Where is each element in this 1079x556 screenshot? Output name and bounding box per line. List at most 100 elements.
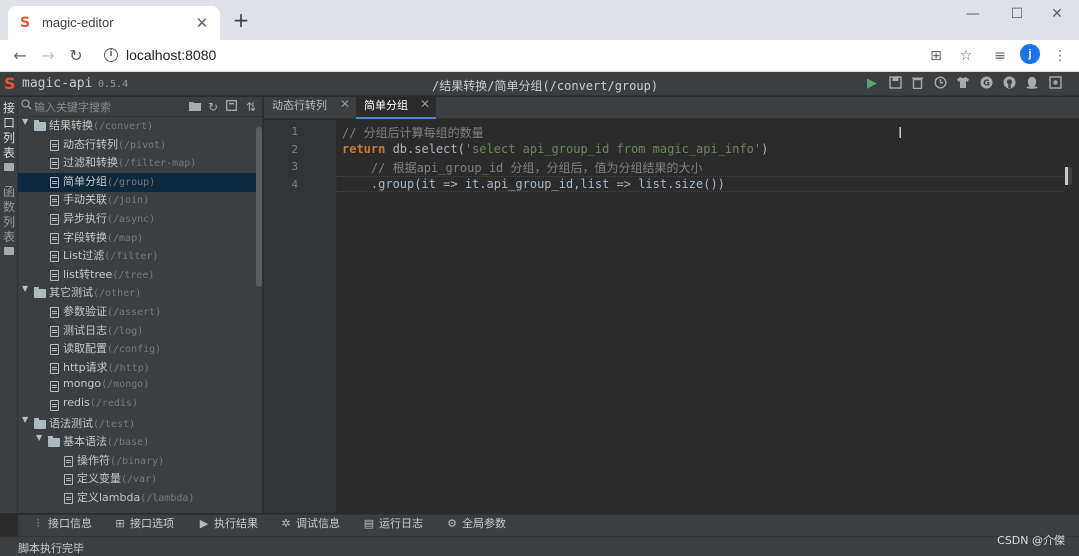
forward-button[interactable]: →: [36, 44, 60, 68]
profile-avatar[interactable]: j: [1020, 44, 1040, 64]
tree-item-row[interactable]: 过滤和转换(/filter-map): [18, 154, 256, 173]
chevron-down-icon[interactable]: ▼: [22, 415, 32, 424]
bottom-tab-api-info[interactable]: ⫶ 接口信息: [32, 515, 92, 537]
tree-item-name: List过滤: [63, 249, 105, 263]
tree-item-row[interactable]: mongo(/mongo): [18, 377, 256, 396]
tree-item-name: 语法测试: [49, 416, 93, 430]
api-list-tab[interactable]: 接 口 列 表: [0, 101, 18, 171]
tree-item-path: (/http): [107, 362, 150, 374]
tree-folder-row[interactable]: ▼ 结果转换(/convert): [18, 117, 256, 136]
new-tab-button[interactable]: +: [230, 9, 252, 31]
bookmark-star-icon[interactable]: ☆: [956, 46, 976, 66]
editor-tab-pivot[interactable]: 动态行转列 ✕: [264, 97, 356, 119]
address-bar[interactable]: i localhost:8080: [96, 42, 916, 70]
qq-icon[interactable]: [1024, 76, 1040, 92]
tree-item-row[interactable]: 简单分组(/group): [18, 172, 256, 192]
bottom-tab-run-log[interactable]: ▤ 运行日志: [363, 515, 423, 537]
file-icon: [50, 176, 59, 188]
code-token: .group(it => it.api_group_id,list => lis…: [342, 176, 725, 191]
refresh-icon[interactable]: ↻: [206, 99, 220, 115]
tree-item-row[interactable]: 参数验证(/assert): [18, 303, 256, 322]
browser-menu-icon[interactable]: ⋮: [1050, 46, 1070, 66]
code-line[interactable]: // 根据api_group_id 分组，分组后，值为分组结果的大小: [342, 159, 703, 176]
folder-icon: [48, 436, 60, 448]
tree-item-path: (/tree): [112, 269, 155, 281]
tree-item-row[interactable]: List过滤(/filter): [18, 247, 256, 266]
tree-item-name: 定义lambda: [77, 491, 141, 504]
tree-item-row[interactable]: 定义变量(/var): [18, 470, 256, 489]
tree-folder-row[interactable]: ▼ 其它测试(/other): [18, 284, 256, 303]
delete-icon[interactable]: [909, 76, 925, 92]
bottom-tab-debug-info[interactable]: ✲ 调试信息: [280, 515, 340, 537]
tree-scroll-thumb[interactable]: [256, 127, 262, 287]
tree-search-input[interactable]: [34, 98, 184, 116]
window-minimize-button[interactable]: —: [963, 4, 983, 24]
tree-item-row[interactable]: redis(/redis): [18, 396, 256, 415]
tree-folder-row[interactable]: ▼ 基本语法(/base): [18, 433, 256, 452]
gitee-icon[interactable]: G: [978, 76, 994, 92]
code-editor[interactable]: 1234 // 分组后计算每组的数量 return db.select('sele…: [264, 120, 1079, 513]
tree-item-path: (/test): [93, 418, 136, 430]
url-text[interactable]: localhost:8080: [126, 47, 216, 63]
tree-item-row[interactable]: 定义lambda(/lambda): [18, 489, 256, 508]
tree-item-path: (/log): [107, 325, 144, 337]
translate-icon[interactable]: ⊞: [926, 46, 946, 66]
tree-folder-row[interactable]: ▼ 语法测试(/test): [18, 415, 256, 434]
search-icon: [21, 99, 33, 113]
history-icon[interactable]: [932, 76, 948, 92]
save-icon[interactable]: [887, 76, 903, 92]
chevron-down-icon[interactable]: ▼: [22, 284, 32, 293]
code-token: return: [342, 141, 386, 156]
file-icon: [50, 325, 59, 337]
tree-item-row[interactable]: 异步执行(/async): [18, 210, 256, 229]
tab-close-icon[interactable]: ✕: [192, 13, 212, 33]
tree-item-name: 动态行转列: [63, 137, 118, 151]
tree-item-row[interactable]: 测试日志(/log): [18, 322, 256, 341]
window-close-button[interactable]: ✕: [1047, 4, 1067, 24]
sort-icon[interactable]: ⇅: [244, 99, 258, 115]
file-icon: [50, 251, 59, 263]
tree-item-name: list转tree: [63, 267, 113, 281]
tree-item-row[interactable]: 读取配置(/config): [18, 340, 256, 359]
chevron-down-icon[interactable]: ▼: [22, 117, 32, 126]
window-maximize-button[interactable]: ☐: [1007, 4, 1027, 24]
editor-scrollbar[interactable]: [1065, 167, 1072, 185]
tree-item-label: mongo(/mongo): [63, 377, 149, 390]
reload-button[interactable]: ↻: [64, 44, 88, 68]
text-cursor-icon: I: [898, 124, 903, 142]
function-list-tab[interactable]: 函 数 列 表: [0, 185, 18, 255]
tab-close-icon[interactable]: ✕: [340, 97, 350, 111]
chevron-down-icon[interactable]: ▼: [36, 433, 46, 442]
bottom-tab-run-result[interactable]: ▶ 执行结果: [198, 515, 258, 537]
tree-item-row[interactable]: http请求(/http): [18, 359, 256, 378]
settings-icon[interactable]: [1047, 76, 1063, 92]
new-folder-icon[interactable]: [188, 99, 202, 115]
bottom-tab-global-params[interactable]: ⚙ 全局参数: [446, 515, 506, 537]
collapse-icon[interactable]: [224, 99, 238, 115]
tree-item-row[interactable]: 操作符(/binary): [18, 452, 256, 471]
code-line[interactable]: return db.select('select api_group_id fr…: [342, 142, 768, 156]
tree-item-path: (/async): [107, 214, 156, 225]
tree-item-row[interactable]: 字段转换(/map): [18, 229, 256, 248]
back-button[interactable]: ←: [8, 44, 32, 68]
skin-icon[interactable]: [955, 76, 971, 92]
tree-item-row[interactable]: 动态行转列(/pivot): [18, 136, 256, 155]
current-api-path: /结果转换/简单分组(/convert/group): [432, 79, 659, 93]
editor-tab-group[interactable]: 简单分组 ✕: [356, 97, 436, 119]
tab-close-icon[interactable]: ✕: [420, 97, 430, 111]
tree-item-row[interactable]: 手动关联(/join): [18, 191, 256, 210]
site-info-icon[interactable]: i: [104, 48, 118, 62]
run-icon[interactable]: ▶: [864, 76, 880, 92]
tree-item-row[interactable]: list转tree(/tree): [18, 266, 256, 285]
tree-item-label: 操作符(/binary): [77, 452, 164, 468]
svg-text:G: G: [983, 79, 990, 88]
code-line[interactable]: .group(it => it.api_group_id,list => lis…: [342, 177, 725, 191]
media-control-icon[interactable]: ≡: [990, 46, 1010, 66]
tree-item-label: 参数验证(/assert): [63, 303, 161, 319]
tree-scrollbar[interactable]: [256, 117, 262, 513]
bottom-tab-api-options[interactable]: ⊞ 接口选项: [114, 515, 174, 537]
tree-item-label: 语法测试(/test): [49, 415, 135, 431]
code-line[interactable]: // 分组后计算每组的数量: [342, 124, 484, 141]
browser-tab[interactable]: S magic-editor ✕: [8, 6, 220, 40]
github-icon[interactable]: [1001, 76, 1017, 92]
